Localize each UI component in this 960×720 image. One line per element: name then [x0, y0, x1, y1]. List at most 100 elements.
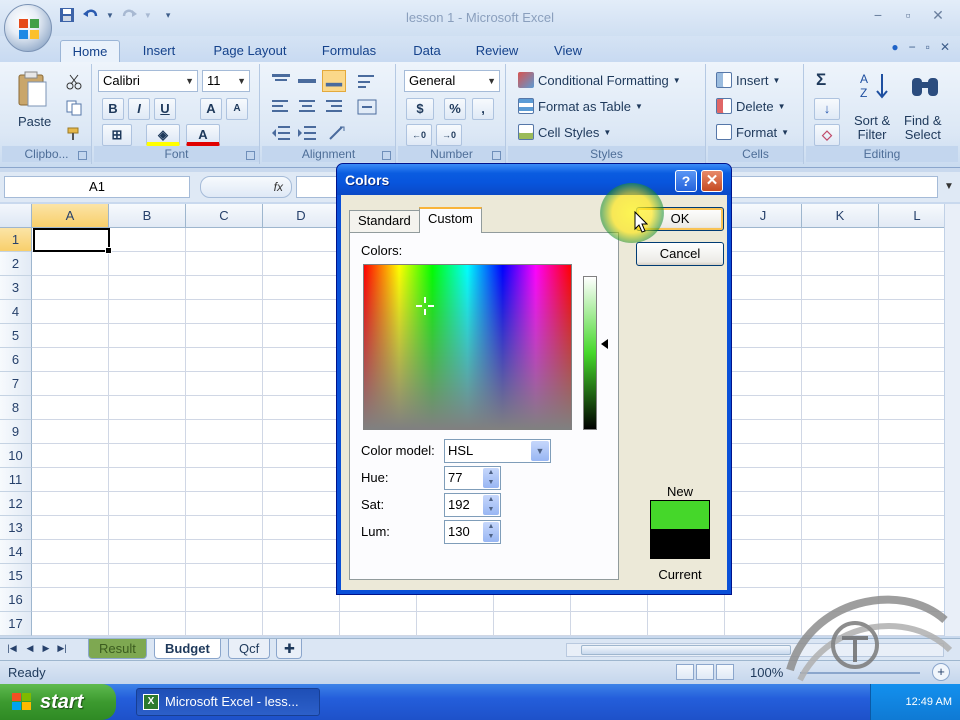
taskbar-item-excel[interactable]: X Microsoft Excel - less... [136, 688, 320, 716]
format-painter-icon[interactable] [66, 126, 82, 142]
tab-view[interactable]: View [542, 40, 594, 62]
workbook-minimize-button[interactable]: − [909, 40, 916, 54]
close-window-button[interactable]: ✕ [924, 4, 952, 26]
column-header-d[interactable]: D [263, 204, 340, 228]
row-header-13[interactable]: 13 [0, 516, 32, 540]
workbook-restore-button[interactable]: ▫ [926, 40, 930, 54]
insert-cells-button[interactable]: Insert ▼ [716, 72, 780, 88]
minimize-button[interactable]: − [864, 4, 892, 26]
vertical-scrollbar[interactable] [944, 204, 960, 636]
tab-review[interactable]: Review [466, 40, 528, 62]
lum-stepper[interactable]: 130 ▲ ▼ [444, 520, 501, 544]
dialog-close-button[interactable]: ✕ [701, 170, 723, 192]
column-header-a[interactable]: A [32, 204, 109, 228]
cut-icon[interactable] [66, 74, 82, 90]
align-bottom-icon[interactable] [322, 70, 346, 92]
hue-spin-buttons[interactable]: ▲ ▼ [483, 468, 499, 488]
insert-function-button[interactable]: fx [200, 176, 292, 198]
normal-view-button[interactable] [676, 664, 694, 680]
autosum-button[interactable]: Σ [816, 70, 826, 90]
lum-spin-buttons[interactable]: ▲ ▼ [483, 522, 499, 542]
align-left-icon[interactable] [270, 98, 292, 116]
number-format-combo[interactable]: General ▼ [404, 70, 500, 92]
spin-down-icon[interactable]: ▼ [483, 478, 499, 488]
expand-formula-bar-icon[interactable]: ▼ [942, 176, 956, 198]
spin-up-icon[interactable]: ▲ [483, 468, 499, 478]
spin-down-icon[interactable]: ▼ [483, 532, 499, 542]
row-header-6[interactable]: 6 [0, 348, 32, 372]
row-header-3[interactable]: 3 [0, 276, 32, 300]
align-middle-icon[interactable] [296, 72, 318, 90]
orientation-icon[interactable] [326, 124, 354, 142]
row-header-11[interactable]: 11 [0, 468, 32, 492]
row-header-16[interactable]: 16 [0, 588, 32, 612]
shrink-font-button[interactable]: A [226, 98, 248, 120]
tab-standard[interactable]: Standard [349, 210, 420, 232]
fill-button[interactable]: ↓ [814, 98, 840, 120]
italic-button[interactable]: I [128, 98, 150, 120]
row-header-2[interactable]: 2 [0, 252, 32, 276]
row-header-17[interactable]: 17 [0, 612, 32, 636]
tab-formulas[interactable]: Formulas [312, 40, 386, 62]
decrease-decimal-button[interactable]: →0 [436, 124, 462, 146]
clipboard-launcher-icon[interactable] [78, 151, 87, 160]
row-header-9[interactable]: 9 [0, 420, 32, 444]
tab-page-layout[interactable]: Page Layout [204, 40, 296, 62]
bold-button[interactable]: B [102, 98, 124, 120]
copy-icon[interactable] [66, 100, 82, 116]
sheet-tab-result[interactable]: Result [88, 639, 147, 659]
borders-button[interactable]: ⊞ [102, 124, 132, 146]
find-select-button[interactable]: Find & Select [904, 114, 942, 142]
row-header-14[interactable]: 14 [0, 540, 32, 564]
horizontal-scroll-thumb[interactable] [581, 645, 791, 655]
sort-filter-button[interactable]: Sort & Filter [854, 114, 890, 142]
luminance-slider[interactable] [583, 276, 597, 430]
delete-cells-button[interactable]: Delete ▼ [716, 98, 786, 114]
alignment-launcher-icon[interactable] [382, 151, 391, 160]
last-sheet-icon[interactable]: ▶| [56, 643, 68, 657]
tab-insert[interactable]: Insert [128, 40, 190, 62]
comma-button[interactable]: , [472, 98, 494, 120]
sheet-tab-budget[interactable]: Budget [154, 639, 221, 659]
percent-button[interactable]: % [444, 98, 466, 120]
wrap-text-icon[interactable] [356, 72, 378, 90]
tab-home[interactable]: Home [60, 40, 120, 62]
row-header-15[interactable]: 15 [0, 564, 32, 588]
cancel-button[interactable]: Cancel [636, 242, 724, 266]
color-spectrum[interactable] [363, 264, 572, 430]
underline-button[interactable]: U [154, 98, 176, 120]
clear-button[interactable]: ◇ [814, 124, 840, 146]
currency-button[interactable]: $ [406, 98, 434, 120]
font-size-combo[interactable]: 11 ▼ [202, 70, 250, 92]
align-right-icon[interactable] [322, 98, 344, 116]
row-header-4[interactable]: 4 [0, 300, 32, 324]
spin-up-icon[interactable]: ▲ [483, 495, 499, 505]
number-launcher-icon[interactable] [492, 151, 501, 160]
next-sheet-icon[interactable]: ▶ [40, 643, 52, 657]
tab-custom[interactable]: Custom [419, 207, 482, 233]
spin-down-icon[interactable]: ▼ [483, 505, 499, 515]
page-break-view-button[interactable] [716, 664, 734, 680]
select-all-button[interactable] [0, 204, 32, 228]
align-top-icon[interactable] [270, 72, 292, 90]
sat-spin-buttons[interactable]: ▲ ▼ [483, 495, 499, 515]
merge-center-icon[interactable] [356, 98, 384, 116]
paste-button[interactable]: Paste [18, 114, 51, 129]
tab-data[interactable]: Data [400, 40, 454, 62]
increase-decimal-button[interactable]: ←0 [406, 124, 432, 146]
grow-font-button[interactable]: A [200, 98, 222, 120]
page-layout-view-button[interactable] [696, 664, 714, 680]
paste-icon[interactable] [16, 70, 50, 110]
hue-stepper[interactable]: 77 ▲ ▼ [444, 466, 501, 490]
increase-indent-icon[interactable] [296, 124, 318, 142]
fill-color-button[interactable]: ◈ [146, 124, 180, 146]
row-header-1[interactable]: 1 [0, 228, 32, 252]
row-header-8[interactable]: 8 [0, 396, 32, 420]
format-as-table-button[interactable]: Format as Table ▼ [518, 98, 643, 114]
color-model-select[interactable]: HSL ▼ [444, 439, 551, 463]
spin-up-icon[interactable]: ▲ [483, 522, 499, 532]
dialog-help-button[interactable]: ? [675, 170, 697, 192]
restore-button[interactable]: ▫ [894, 4, 922, 26]
zoom-level[interactable]: 100% [750, 665, 783, 680]
column-header-k[interactable]: K [802, 204, 879, 228]
